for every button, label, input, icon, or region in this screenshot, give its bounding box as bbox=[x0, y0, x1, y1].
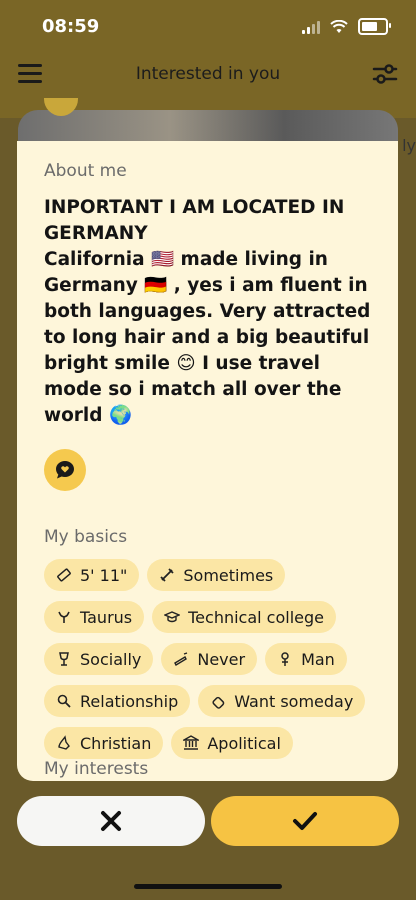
basic-chip-label: Apolitical bbox=[207, 733, 281, 753]
basic-chip: Technical college bbox=[152, 601, 336, 633]
home-indicator bbox=[134, 884, 282, 889]
dislike-button[interactable] bbox=[17, 796, 205, 846]
profile-card[interactable]: About me INPORTANT I AM LOCATED IN GERMA… bbox=[17, 141, 398, 781]
about-me-text: INPORTANT I AM LOCATED IN GERMANY Califo… bbox=[44, 197, 371, 426]
basic-chip: Apolitical bbox=[171, 727, 293, 759]
basic-chip: Want someday bbox=[198, 685, 366, 717]
my-basics-title: My basics bbox=[44, 527, 128, 547]
smoking-icon bbox=[174, 652, 188, 666]
next-card-peek-text: ly bbox=[402, 136, 416, 155]
page-title: Interested in you bbox=[135, 64, 281, 84]
government-icon bbox=[183, 735, 200, 750]
nav-bar: Interested in you bbox=[0, 54, 416, 94]
dumbbell-icon bbox=[160, 568, 175, 582]
basics-chips: 5' 11" Sometimes Taurus Technical college So… bbox=[44, 559, 371, 759]
about-me-title: About me bbox=[44, 161, 127, 181]
basic-chip: 5' 11" bbox=[44, 559, 140, 591]
basic-chip: Socially bbox=[44, 643, 154, 675]
basic-chip-label: Taurus bbox=[80, 607, 133, 627]
basic-chip-label: Technical college bbox=[188, 607, 324, 627]
basic-chip-label: 5' 11" bbox=[80, 565, 128, 585]
basic-chip-label: Never bbox=[197, 649, 246, 669]
menu-icon[interactable] bbox=[18, 64, 42, 84]
comment-button[interactable] bbox=[44, 449, 86, 491]
wine-glass-icon bbox=[59, 652, 69, 666]
status-time: 08:59 bbox=[42, 16, 100, 37]
basic-chip-label: Christian bbox=[80, 733, 152, 753]
baby-bottle-icon bbox=[212, 696, 225, 709]
basic-chip-label: Relationship bbox=[80, 691, 179, 711]
ruler-icon bbox=[57, 568, 71, 582]
graduation-cap-icon bbox=[164, 611, 181, 623]
search-icon bbox=[57, 694, 71, 708]
basic-chip-label: Socially bbox=[80, 649, 142, 669]
basic-chip: Taurus bbox=[44, 601, 145, 633]
status-bar: 08:59 bbox=[0, 0, 416, 54]
basic-chip-label: Sometimes bbox=[183, 565, 274, 585]
wifi-icon bbox=[330, 19, 348, 33]
gender-icon bbox=[281, 652, 289, 666]
basic-chip: Man bbox=[265, 643, 347, 675]
close-icon bbox=[101, 811, 121, 831]
check-icon bbox=[293, 812, 317, 830]
basic-chip: Never bbox=[161, 643, 258, 675]
signal-icon bbox=[302, 20, 320, 34]
praying-hands-icon bbox=[58, 735, 70, 750]
basic-chip: Relationship bbox=[44, 685, 191, 717]
zodiac-icon bbox=[58, 611, 70, 623]
battery-icon bbox=[358, 18, 391, 35]
filter-icon[interactable] bbox=[372, 62, 398, 86]
chat-heart-icon bbox=[56, 461, 74, 479]
basic-chip-label: Man bbox=[301, 649, 335, 669]
basic-chip-label: Want someday bbox=[234, 691, 354, 711]
like-button[interactable] bbox=[211, 796, 399, 846]
basic-chip: Sometimes bbox=[147, 559, 286, 591]
basic-chip: Christian bbox=[44, 727, 164, 759]
my-interests-title: My interests bbox=[44, 759, 149, 779]
status-icons bbox=[302, 18, 391, 35]
